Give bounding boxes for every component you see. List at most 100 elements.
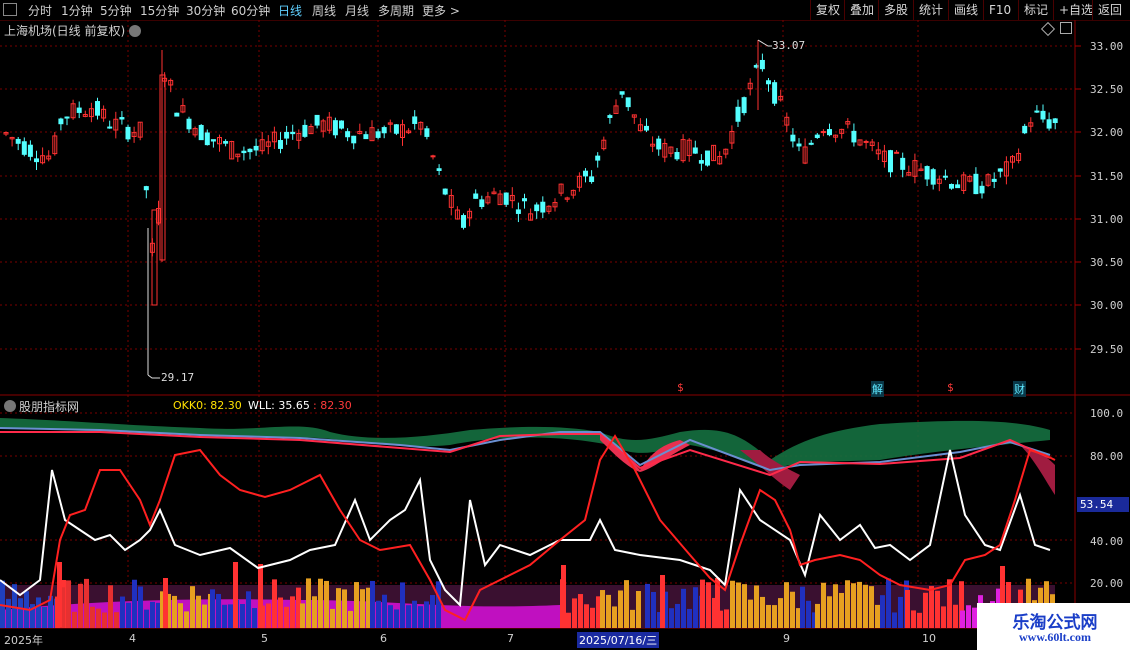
candle-body — [381, 127, 387, 134]
indicator-bar — [778, 598, 783, 628]
event-mark[interactable]: 财 — [1013, 381, 1026, 397]
event-mark[interactable]: 解 — [871, 381, 884, 397]
indicator-bar — [144, 609, 149, 628]
indicator-bar — [645, 583, 650, 628]
date-label: 7 — [507, 632, 514, 645]
chart-title: 上海机场(日线 前复权) — [4, 22, 142, 39]
candle-body — [503, 192, 509, 205]
candle-body — [942, 175, 948, 178]
indicator-bar — [839, 592, 844, 628]
indicator-bar — [833, 584, 838, 628]
candle-body — [34, 158, 39, 163]
candle-body — [143, 186, 149, 191]
indicator-bar — [388, 605, 393, 628]
indicator-bar — [742, 584, 747, 628]
candle-body — [210, 139, 216, 142]
indicator-bar — [953, 604, 958, 628]
candle-body — [247, 148, 253, 153]
indicator-bar — [246, 591, 251, 628]
candle-body — [644, 125, 649, 131]
candle-body — [27, 144, 33, 157]
candle-body — [930, 169, 936, 185]
indicator-bar — [863, 584, 868, 628]
indicator-bar — [651, 591, 656, 628]
y-tick-label: 31.00 — [1090, 213, 1124, 226]
stock-chart[interactable] — [0, 0, 1130, 650]
indicator-bar-tall — [233, 562, 238, 628]
candle-body — [21, 141, 27, 155]
candle-body — [796, 143, 802, 147]
red-line-value: : 82.30 — [313, 399, 352, 412]
indicator-bar — [18, 598, 23, 628]
indicator-bar — [330, 608, 335, 628]
indicator-bar — [600, 590, 605, 628]
indicator-bar — [966, 605, 971, 628]
indicator-bar — [336, 588, 341, 628]
indicator-bar — [436, 581, 441, 628]
indicator-bar — [240, 604, 245, 628]
indicator-bar — [190, 586, 195, 628]
candle-body — [705, 150, 710, 166]
candle-body — [461, 215, 466, 228]
indicator-bar — [290, 596, 295, 628]
cursor-date-label: 2025/07/16/三 — [577, 632, 660, 648]
indicator-bar — [36, 597, 41, 628]
chevron-down-icon[interactable] — [129, 25, 142, 37]
candle-body — [900, 157, 906, 170]
candle-body — [290, 131, 296, 135]
date-label: 4 — [129, 632, 136, 645]
y-tick-label: 32.50 — [1090, 83, 1124, 96]
indicator-bar — [806, 600, 811, 628]
candle-body — [76, 107, 82, 113]
indicator-bar — [306, 578, 311, 628]
date-label: 5 — [261, 632, 268, 645]
indicator-bar — [911, 610, 916, 628]
candle-body — [58, 118, 64, 125]
indicator-bar — [216, 593, 221, 628]
indicator-bar — [132, 579, 137, 628]
indicator-bar — [184, 611, 189, 628]
candle-body — [15, 138, 21, 144]
candle-body — [442, 188, 448, 195]
y-tick-label: 30.00 — [1090, 299, 1124, 312]
high-pointer — [757, 39, 772, 47]
indicator-bar-tall — [57, 562, 62, 627]
candle-body — [924, 166, 930, 180]
indicator-bar — [96, 608, 101, 628]
candle-body — [223, 141, 229, 144]
current-value-badge: 53.54 — [1077, 497, 1129, 512]
event-mark[interactable]: $ — [677, 381, 684, 394]
indicator-bar — [370, 580, 375, 628]
date-label: 2025年 — [4, 634, 43, 647]
indicator-bar — [114, 612, 119, 628]
indicator-bar — [929, 586, 934, 628]
indicator-bar — [821, 582, 826, 628]
candle-body — [808, 142, 814, 145]
indicator-bar — [578, 594, 583, 628]
indicator-bar — [272, 579, 277, 628]
square-icon[interactable] — [1060, 22, 1072, 34]
candle-body — [759, 59, 765, 70]
watermark-url: www.60lt.com — [1019, 630, 1091, 644]
indicator-bar-tall — [561, 565, 566, 628]
indicator-bar — [252, 608, 257, 628]
indicator-bar — [266, 603, 271, 628]
candle-body — [656, 138, 662, 150]
candle-body — [619, 91, 625, 95]
candle-body — [302, 124, 308, 137]
indicator-name[interactable]: 股朋指标网 — [19, 398, 79, 415]
candle-body — [607, 115, 613, 118]
ind-y-tick-label: 80.00 — [1090, 450, 1124, 463]
chevron-down-icon[interactable] — [4, 400, 16, 412]
candle-body — [375, 131, 381, 138]
indicator-bar — [935, 590, 940, 628]
event-mark[interactable]: $ — [947, 381, 954, 394]
candle-body — [95, 101, 100, 116]
indicator-bar — [941, 606, 946, 628]
indicator-bar — [875, 604, 880, 628]
candle-body — [253, 145, 259, 151]
indicator-bar — [790, 591, 795, 628]
candle-body — [692, 147, 698, 154]
candle-body — [278, 140, 283, 149]
indicator-bar — [412, 600, 417, 628]
